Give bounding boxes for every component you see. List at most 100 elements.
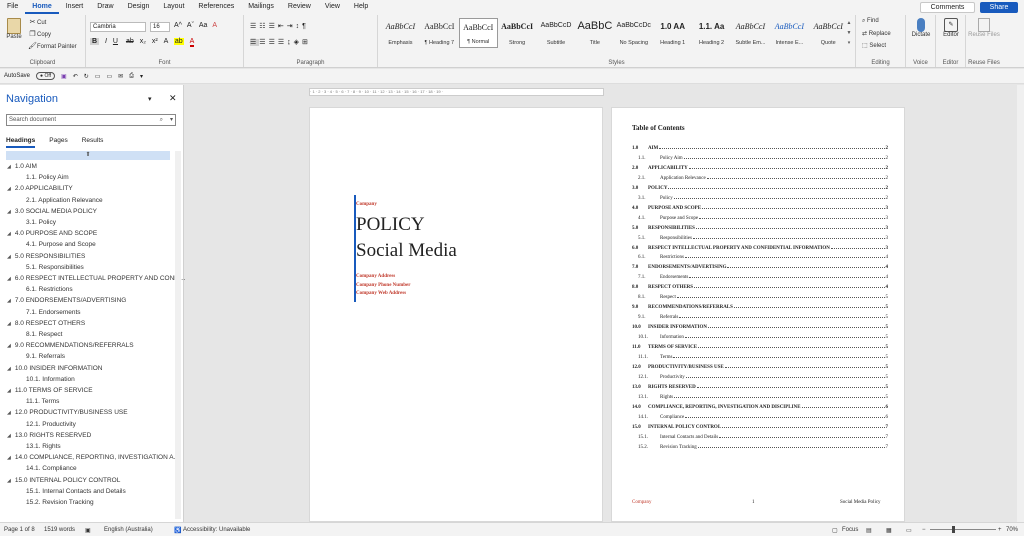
styles-gallery-scroll[interactable]: ▲ ▼ ▾ (845, 18, 853, 50)
zoom-slider[interactable] (930, 529, 996, 530)
toc-entry[interactable]: 6.0 RESPECT INTELLECTUAL PROPERTY AND CON… (632, 243, 888, 251)
nav-heading-item[interactable]: ◢ 4.0 PURPOSE AND SCOPE (7, 230, 97, 237)
tab-help[interactable]: Help (347, 0, 375, 14)
cover-address[interactable]: Company Address (356, 274, 395, 279)
close-icon[interactable]: ✕ (169, 93, 177, 104)
expand-triangle-icon[interactable]: ◢ (7, 276, 11, 282)
nav-heading-item[interactable]: ◢ 11.0 TERMS OF SERVICE (7, 387, 93, 394)
font-size-combo[interactable]: 16 (150, 22, 170, 32)
align-center-icon[interactable]: ☰ (259, 39, 268, 46)
nav-heading-item[interactable]: 4.1. Purpose and Scope (26, 241, 96, 248)
toc-entry[interactable]: 8.0 RESPECT OTHERS 4 (632, 282, 888, 290)
nav-heading-item[interactable]: ◢ 8.0 RESPECT OTHERS (7, 320, 85, 327)
expand-triangle-icon[interactable]: ◢ (7, 298, 11, 304)
highlight-icon[interactable]: ab (173, 38, 184, 45)
toc-entry[interactable]: 4.1. Purpose and Scope 3 (632, 213, 888, 221)
show-formatting-icon[interactable]: ¶ (302, 23, 309, 30)
toc-entry[interactable]: 12.0 PRODUCTIVITY/BUSINESS USE 5 (632, 362, 888, 370)
style-item[interactable]: AaBbCcDc No Spacing (614, 18, 653, 48)
print-preview-icon[interactable]: ⎙ (129, 73, 134, 80)
superscript-button[interactable]: x² (152, 38, 158, 45)
toc-entry[interactable]: 11.1. Terms 5 (632, 352, 888, 360)
toc-entry[interactable]: 14.0 COMPLIANCE, REPORTING, INVESTIGATION… (632, 402, 888, 410)
nav-heading-item[interactable]: 10.1. Information (26, 376, 75, 383)
tab-file[interactable]: File (0, 0, 25, 14)
email-icon[interactable]: ✉ (118, 73, 123, 80)
decrease-indent-icon[interactable]: ⇤ (278, 23, 287, 30)
align-left-icon[interactable]: ☰ (250, 39, 260, 46)
focus-button[interactable]: Focus (842, 527, 858, 533)
style-item[interactable]: AaBbCcI Strong (498, 18, 537, 48)
navigation-scrollbar[interactable] (175, 151, 181, 519)
toc-entry[interactable]: 2.0 APPLICABILITY 2 (632, 163, 888, 171)
find-button[interactable]: ⌕ Find (862, 18, 879, 25)
nav-heading-item[interactable]: 2.1. Application Relevance (26, 197, 103, 204)
format-painter-button[interactable]: 🖌Format Painter (28, 42, 77, 51)
toc-entry[interactable]: 10.0 INSIDER INFORMATION 5 (632, 322, 888, 330)
toc-entry[interactable]: 10.1. Information 5 (632, 332, 888, 340)
comments-button[interactable]: Comments (920, 2, 975, 13)
nav-heading-item[interactable]: 5.1. Responsibilities (26, 264, 84, 271)
toc-entry[interactable]: 15.0 INTERNAL POLICY CONTROL 7 (632, 422, 888, 430)
print-layout-icon[interactable]: ▦ (886, 527, 892, 534)
toc-entry[interactable]: 15.1. Internal Contacts and Details 7 (632, 432, 888, 440)
nav-heading-item[interactable]: ◢ 6.0 RESPECT INTELLECTUAL PROPERTY AND C… (7, 275, 185, 282)
nav-heading-item[interactable]: ◢ 14.0 COMPLIANCE, REPORTING, INVESTIGATI… (7, 454, 179, 461)
expand-triangle-icon[interactable]: ◢ (7, 164, 11, 170)
style-item[interactable]: 1.1. Aa Heading 2 (692, 18, 731, 48)
style-item[interactable]: AaBbCcD Subtitle (537, 18, 576, 48)
dictate-button[interactable]: Dictate (908, 18, 934, 38)
toc-entry[interactable]: 7.1. Endorsements 4 (632, 272, 888, 280)
multilevel-list-icon[interactable]: ☰ (269, 23, 278, 30)
zoom-in-icon[interactable]: + (998, 527, 1002, 533)
style-item[interactable]: AaBbCcI Subtle Em... (731, 18, 770, 48)
tab-layout[interactable]: Layout (156, 0, 191, 14)
cover-phone[interactable]: Company Phone Number (356, 283, 410, 288)
borders-icon[interactable]: ⊞ (302, 39, 311, 46)
collapse-headings-button[interactable]: ⬆ (6, 151, 170, 160)
style-item[interactable]: AaBbCcI Intense E... (770, 18, 809, 48)
nav-heading-item[interactable]: 14.1. Compliance (26, 465, 77, 472)
toc-entry[interactable]: 2.1. Application Relevance 2 (632, 173, 888, 181)
nav-heading-item[interactable]: ◢ 3.0 SOCIAL MEDIA POLICY (7, 208, 97, 215)
nav-heading-item[interactable]: ◢ 2.0 APPLICABILITY (7, 185, 73, 192)
toc-entry[interactable]: 15.2. Revision Tracking 7 (632, 442, 888, 450)
save-icon[interactable]: ▣ (61, 73, 67, 80)
word-count[interactable]: 1519 words (44, 527, 75, 533)
reuse-files-button[interactable]: Reuse Files (968, 18, 1000, 38)
toc-entry[interactable]: 9.1. Referrals 5 (632, 312, 888, 320)
nav-tab-pages[interactable]: Pages (49, 137, 67, 148)
nav-tab-headings[interactable]: Headings (6, 137, 36, 148)
nav-heading-item[interactable]: 15.1. Internal Contacts and Details (26, 488, 126, 495)
toc-entry[interactable]: 1.0 AIM 2 (632, 143, 888, 151)
cover-company[interactable]: Company (356, 202, 377, 207)
expand-triangle-icon[interactable]: ◢ (7, 410, 11, 416)
justify-icon[interactable]: ☰ (278, 39, 287, 46)
toc-entry[interactable]: 9.0 RECOMMENDATIONS/REFERRALS 5 (632, 302, 888, 310)
expand-triangle-icon[interactable]: ◢ (7, 433, 11, 439)
toc-entry[interactable]: 3.0 POLICY 2 (632, 183, 888, 191)
toc-entry[interactable]: 5.0 RESPONSIBILITIES 3 (632, 223, 888, 231)
nav-heading-item[interactable]: ◢ 1.0 AIM (7, 163, 37, 170)
nav-heading-item[interactable]: ◢ 12.0 PRODUCTIVITY/BUSINESS USE (7, 409, 128, 416)
align-right-icon[interactable]: ☰ (269, 39, 278, 46)
cover-subtitle[interactable]: Social Media (356, 240, 457, 262)
new-folder-icon[interactable]: ▭ (106, 73, 112, 80)
tab-draw[interactable]: Draw (90, 0, 120, 14)
nav-heading-item[interactable]: 8.1. Respect (26, 331, 63, 338)
tab-insert[interactable]: Insert (59, 0, 91, 14)
tab-home[interactable]: Home (25, 0, 59, 14)
zoom-slider-thumb[interactable] (952, 526, 956, 533)
expand-triangle-icon[interactable]: ◢ (7, 366, 11, 372)
web-layout-icon[interactable]: ▭ (906, 527, 912, 534)
strikethrough-button[interactable]: ab (126, 38, 134, 45)
toc-entry[interactable]: 11.0 TERMS OF SERVICE 5 (632, 342, 888, 350)
nav-heading-item[interactable]: 1.1. Policy Aim (26, 174, 69, 181)
search-icon[interactable]: ⌕ (160, 115, 163, 125)
expand-triangle-icon[interactable]: ◢ (7, 254, 11, 260)
style-item[interactable]: AaBbCcI Emphasis (381, 18, 420, 48)
editor-button[interactable]: ✎ Editor (938, 18, 964, 38)
style-item[interactable]: AaBbCcI Quote (809, 18, 848, 48)
folder-open-icon[interactable]: ▭ (95, 73, 101, 80)
page-count[interactable]: Page 1 of 8 (4, 527, 35, 533)
